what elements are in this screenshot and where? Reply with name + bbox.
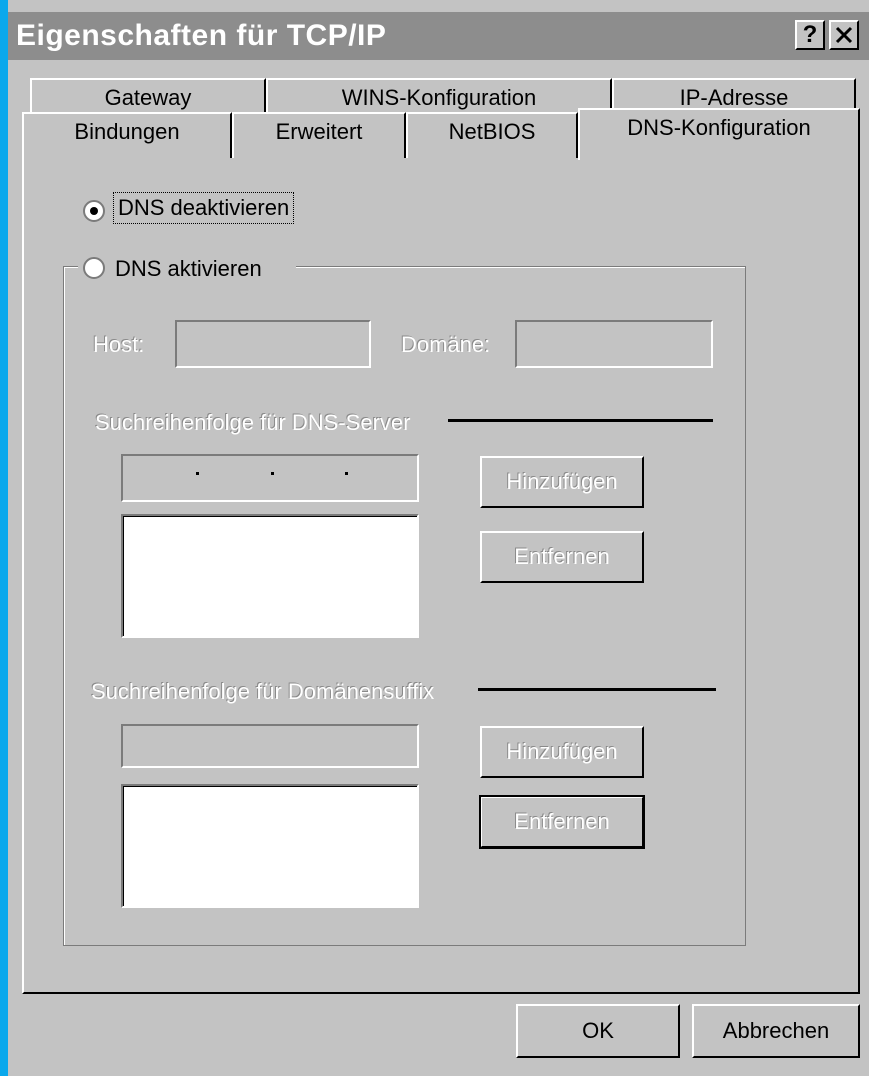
close-button[interactable] <box>829 20 859 50</box>
dns-disable-radio[interactable] <box>83 200 105 222</box>
dns-enable-label[interactable]: DNS aktivieren <box>115 256 262 282</box>
tab-erweitert[interactable]: Erweitert <box>232 112 406 158</box>
dns-server-order-label: Suchreihenfolge für DNS-Server <box>95 410 411 435</box>
ok-button[interactable]: OK <box>516 1004 680 1058</box>
separator-line <box>478 688 716 691</box>
domain-suffix-remove-label: Entfernen <box>514 809 610 834</box>
dns-disable-label[interactable]: DNS deaktivieren <box>113 192 295 224</box>
domain-field <box>515 320 713 368</box>
tab-erweitert-label: Erweitert <box>275 119 363 144</box>
separator-line <box>448 419 713 422</box>
dns-enable-radio[interactable] <box>83 257 105 279</box>
tab-wins-konfiguration-label: WINS-Konfiguration <box>341 85 537 110</box>
ip-dot <box>196 472 199 475</box>
tab-dns-konfiguration-label: DNS-Konfiguration <box>627 115 811 140</box>
radio-selected-dot <box>90 207 98 215</box>
tab-gateway-label: Gateway <box>104 85 192 110</box>
ok-label: OK <box>582 1018 614 1043</box>
ip-octet-1 <box>125 458 195 496</box>
ip-dot <box>345 472 348 475</box>
domain-suffix-add-label: Hinzufügen <box>506 739 618 764</box>
tab-bindungen[interactable]: Bindungen <box>22 112 232 158</box>
cancel-label: Abbrechen <box>722 1018 830 1043</box>
dns-server-remove-button: Entfernen <box>480 531 644 583</box>
ip-dot <box>271 472 274 475</box>
domain-suffix-order-label: Suchreihenfolge für Domänensuffix <box>91 679 435 704</box>
tab-bindungen-label: Bindungen <box>74 119 180 144</box>
window-title: Eigenschaften für TCP/IP <box>16 19 387 52</box>
domain-suffix-field <box>121 724 419 768</box>
title-bar[interactable]: Eigenschaften für TCP/IP ? <box>8 12 869 60</box>
domain-label: Domäne: <box>401 332 491 357</box>
domain-suffix-remove-button: Entfernen <box>479 795 645 849</box>
tab-dns-konfiguration[interactable]: DNS-Konfiguration <box>578 108 860 160</box>
tab-netbios-label: NetBIOS <box>448 119 536 144</box>
dns-server-add-label: Hinzufügen <box>506 469 618 494</box>
ip-octet-4 <box>350 458 420 496</box>
close-icon <box>835 26 853 44</box>
dns-server-list <box>121 514 419 638</box>
dns-server-add-button: Hinzufügen <box>480 456 644 508</box>
tab-netbios[interactable]: NetBIOS <box>406 112 578 158</box>
dns-server-remove-label: Entfernen <box>514 544 610 569</box>
help-button[interactable]: ? <box>795 20 825 50</box>
host-label: Host: <box>93 332 145 357</box>
host-field <box>175 320 371 368</box>
domain-suffix-list <box>121 784 419 908</box>
dns-server-ip-field <box>121 454 419 502</box>
ip-octet-3 <box>276 458 346 496</box>
ip-octet-2 <box>201 458 271 496</box>
dialog-window: Eigenschaften für TCP/IP ? Gateway WINS-… <box>8 0 869 1076</box>
desktop-background-strip <box>0 0 8 1076</box>
cancel-button[interactable]: Abbrechen <box>692 1004 860 1058</box>
domain-suffix-add-button: Hinzufügen <box>480 726 644 778</box>
